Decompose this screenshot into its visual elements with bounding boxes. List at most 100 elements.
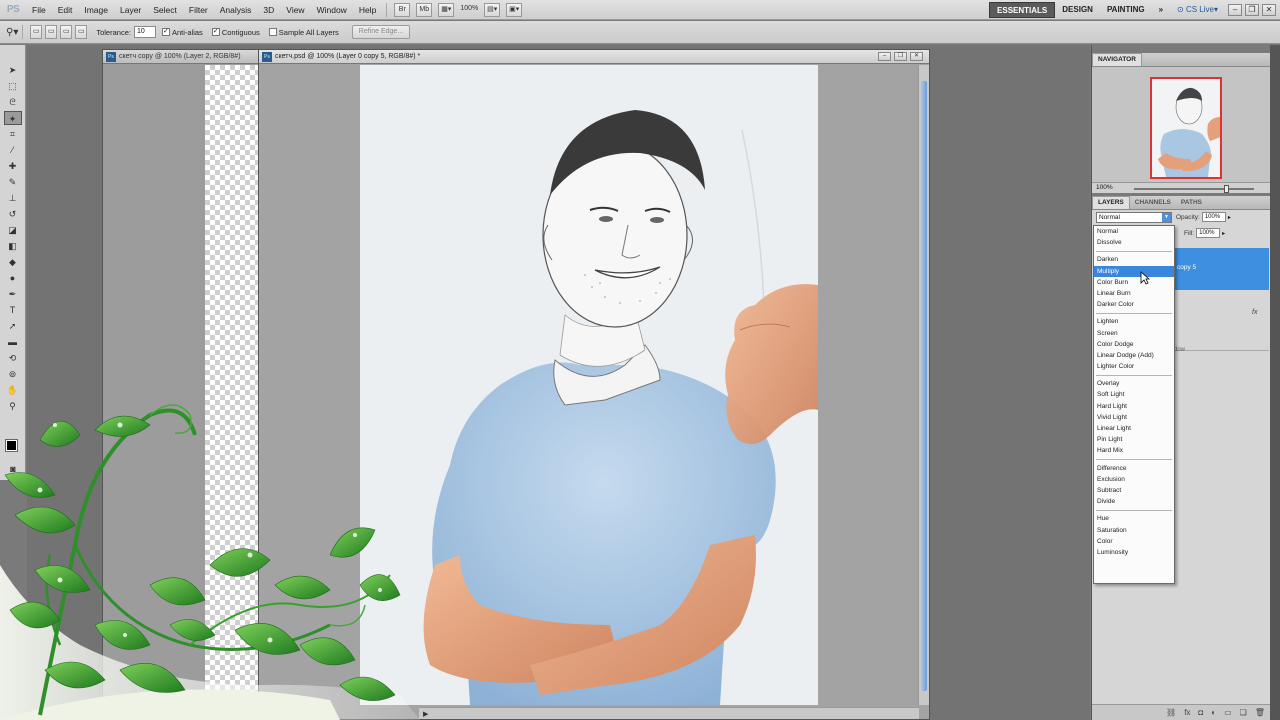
- close-button[interactable]: ✕: [1262, 4, 1276, 16]
- type-tool-icon[interactable]: T: [4, 303, 22, 317]
- tolerance-input[interactable]: 10: [133, 26, 156, 38]
- blend-darken[interactable]: Darken: [1094, 254, 1174, 265]
- opacity-arrow-icon[interactable]: ▸: [1228, 214, 1231, 221]
- new-selection-icon[interactable]: ▭: [30, 25, 43, 39]
- blend-screen[interactable]: Screen: [1094, 328, 1174, 339]
- menu-layer[interactable]: Layer: [114, 0, 147, 20]
- menu-view[interactable]: View: [280, 0, 310, 20]
- brush-tool-icon[interactable]: ✎: [4, 175, 22, 189]
- blend-color-burn[interactable]: Color Burn: [1094, 277, 1174, 288]
- menu-image[interactable]: Image: [78, 0, 114, 20]
- antialias-checkbox[interactable]: ✓: [161, 28, 170, 36]
- move-tool-icon[interactable]: ➤: [4, 63, 22, 77]
- blend-pin-light[interactable]: Pin Light: [1094, 434, 1174, 445]
- blend-color-dodge[interactable]: Color Dodge: [1094, 339, 1174, 350]
- blend-hard-light[interactable]: Hard Light: [1094, 401, 1174, 412]
- blend-hard-mix[interactable]: Hard Mix: [1094, 445, 1174, 456]
- blend-linear-light[interactable]: Linear Light: [1094, 423, 1174, 434]
- blur-tool-icon[interactable]: ◆: [4, 255, 22, 269]
- blend-subtract[interactable]: Subtract: [1094, 485, 1174, 496]
- workspace-more-button[interactable]: »: [1152, 0, 1170, 20]
- new-layer-icon[interactable]: ❏: [1240, 708, 1247, 717]
- menu-3d[interactable]: 3D: [257, 0, 280, 20]
- eyedropper-tool-icon[interactable]: ⁄: [4, 143, 22, 157]
- menu-filter[interactable]: Filter: [183, 0, 214, 20]
- add-mask-icon[interactable]: ◘: [1198, 708, 1203, 717]
- blend-vivid-light[interactable]: Vivid Light: [1094, 412, 1174, 423]
- shape-tool-icon[interactable]: ▬: [4, 335, 22, 349]
- chevron-down-icon[interactable]: ▼: [1162, 212, 1171, 222]
- blend-linear-burn[interactable]: Linear Burn: [1094, 288, 1174, 299]
- 3d-orbit-tool-icon[interactable]: ⊚: [4, 367, 22, 381]
- fill-arrow-icon[interactable]: ▸: [1222, 230, 1225, 237]
- menu-edit[interactable]: Edit: [52, 0, 79, 20]
- blend-divide[interactable]: Divide: [1094, 496, 1174, 507]
- fill-input[interactable]: 100%: [1196, 228, 1221, 238]
- navigator-thumbnail[interactable]: [1150, 77, 1222, 179]
- layer-effects-icon[interactable]: fx: [1252, 309, 1257, 316]
- arrange-documents-button[interactable]: ▤▾: [484, 2, 501, 17]
- menu-analysis[interactable]: Analysis: [214, 0, 258, 20]
- view-extras-button[interactable]: ▦▾: [438, 2, 455, 17]
- cs-live-button[interactable]: ⊙ CS Live▾: [1170, 0, 1225, 20]
- blend-mode-select[interactable]: Normal ▼: [1096, 211, 1172, 223]
- blend-exclusion[interactable]: Exclusion: [1094, 474, 1174, 485]
- workspace-essentials[interactable]: ESSENTIALS: [989, 2, 1056, 18]
- magic-wand-tool-icon[interactable]: ✦: [3, 111, 22, 125]
- minibridge-button[interactable]: Mb: [416, 2, 433, 17]
- adjustment-layer-icon[interactable]: ◐: [1211, 708, 1216, 717]
- clone-stamp-tool-icon[interactable]: ⊥: [4, 191, 22, 205]
- magic-wand-tool-icon[interactable]: ⚲▾: [6, 27, 18, 38]
- horizontal-scrollbar[interactable]: ▶: [419, 707, 919, 719]
- tab-paths[interactable]: PATHS: [1176, 197, 1207, 209]
- document-tab-1[interactable]: скетч copy @ 100% (Layer 2, RGB/8#): [103, 50, 259, 64]
- add-style-icon[interactable]: fx: [1184, 708, 1190, 717]
- path-selection-tool-icon[interactable]: ➚: [4, 319, 22, 333]
- pen-tool-icon[interactable]: ✒: [4, 287, 22, 301]
- tab-channels[interactable]: CHANNELS: [1130, 197, 1176, 209]
- healing-brush-tool-icon[interactable]: ✚: [4, 159, 22, 173]
- scroll-left-icon[interactable]: ▶: [423, 710, 428, 718]
- blend-hue[interactable]: Hue: [1094, 513, 1174, 524]
- navigator-zoom-value[interactable]: 100%: [1096, 184, 1113, 191]
- blend-saturation[interactable]: Saturation: [1094, 525, 1174, 536]
- doc-restore-button[interactable]: ❐: [894, 52, 907, 61]
- trash-icon[interactable]: 🗑: [1255, 708, 1265, 717]
- sample-all-layers-checkbox[interactable]: [268, 28, 277, 36]
- minimize-button[interactable]: –: [1228, 4, 1242, 16]
- dodge-tool-icon[interactable]: ●: [4, 271, 22, 285]
- menu-select[interactable]: Select: [147, 0, 183, 20]
- opacity-input[interactable]: 100%: [1201, 212, 1226, 222]
- workspace-design[interactable]: DESIGN: [1055, 0, 1100, 20]
- blend-soft-light[interactable]: Soft Light: [1094, 389, 1174, 400]
- menu-window[interactable]: Window: [311, 0, 353, 20]
- blend-dissolve[interactable]: Dissolve: [1094, 237, 1174, 248]
- history-brush-tool-icon[interactable]: ↺: [4, 207, 22, 221]
- contiguous-checkbox[interactable]: ✓: [211, 28, 220, 36]
- bridge-button[interactable]: Br: [394, 2, 411, 17]
- doc-minimize-button[interactable]: –: [878, 52, 891, 61]
- vertical-scrollbar[interactable]: [918, 65, 929, 705]
- subtract-selection-icon[interactable]: ▭: [60, 25, 73, 39]
- add-selection-icon[interactable]: ▭: [45, 25, 58, 39]
- link-layers-icon[interactable]: ⛓: [1166, 708, 1176, 717]
- blend-luminosity[interactable]: Luminosity: [1094, 547, 1174, 558]
- eraser-tool-icon[interactable]: ◪: [4, 223, 22, 237]
- selected-layer-row[interactable]: copy 5: [1173, 248, 1269, 290]
- document-tab-2[interactable]: скетч.psd @ 100% (Layer 0 copy 5, RGB/8#…: [259, 50, 929, 64]
- zoom-level-select[interactable]: 100%: [460, 3, 478, 17]
- new-group-icon[interactable]: ▭: [1224, 708, 1232, 717]
- navigator-zoom-knob[interactable]: [1224, 185, 1229, 193]
- intersect-selection-icon[interactable]: ▭: [75, 25, 88, 39]
- workspace-painting[interactable]: PAINTING: [1100, 0, 1152, 20]
- blend-darker-color[interactable]: Darker Color: [1094, 299, 1174, 310]
- gradient-tool-icon[interactable]: ◧: [4, 239, 22, 253]
- blend-lighter-color[interactable]: Lighter Color: [1094, 361, 1174, 372]
- marquee-tool-icon[interactable]: ⬚: [4, 79, 22, 93]
- scrollbar-thumb[interactable]: [921, 81, 927, 691]
- blend-linear-dodge[interactable]: Linear Dodge (Add): [1094, 350, 1174, 361]
- blend-multiply[interactable]: Multiply: [1094, 265, 1174, 277]
- 3d-rotate-tool-icon[interactable]: ⟲: [4, 351, 22, 365]
- navigator-zoom-slider[interactable]: [1134, 185, 1254, 193]
- crop-tool-icon[interactable]: ⌗: [4, 127, 22, 141]
